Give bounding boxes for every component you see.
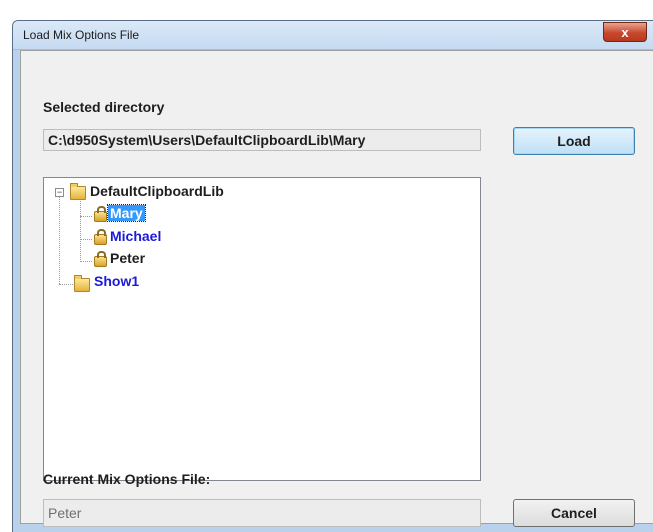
dialog-body: Selected directory C:\d950System\Users\D… bbox=[20, 50, 653, 527]
tree-node-label: Show1 bbox=[94, 273, 140, 289]
tree-node-label: Mary bbox=[107, 204, 146, 222]
collapse-toggle[interactable]: − bbox=[55, 188, 64, 197]
cancel-button[interactable]: Cancel bbox=[513, 499, 635, 527]
tree-node-label: DefaultClipboardLib bbox=[90, 183, 224, 199]
tree-connector bbox=[80, 216, 92, 217]
folder-icon bbox=[70, 183, 86, 200]
current-mix-options-label: Current Mix Options File: bbox=[43, 471, 211, 487]
lock-icon bbox=[94, 251, 107, 267]
folder-icon bbox=[74, 275, 90, 292]
tree-node-mary[interactable]: Mary bbox=[107, 204, 146, 222]
tree-node-label: Michael bbox=[110, 228, 162, 244]
current-mix-options-field[interactable]: Peter bbox=[43, 499, 481, 527]
tree-node-show1[interactable]: Show1 bbox=[92, 273, 141, 289]
lock-icon bbox=[94, 206, 107, 222]
title-bar[interactable]: Load Mix Options File x bbox=[13, 21, 653, 50]
tree-node-michael[interactable]: Michael bbox=[108, 228, 163, 244]
tree-connector bbox=[80, 239, 92, 240]
tree-connector bbox=[59, 284, 73, 285]
lock-icon bbox=[94, 229, 107, 245]
window-title: Load Mix Options File bbox=[23, 28, 140, 42]
close-icon: x bbox=[621, 24, 629, 40]
tree-node-peter[interactable]: Peter bbox=[108, 250, 147, 266]
close-button[interactable]: x bbox=[603, 22, 647, 42]
tree-node-defaultclipboardlib[interactable]: DefaultClipboardLib bbox=[88, 183, 226, 199]
tree-connector bbox=[59, 195, 60, 284]
load-mix-options-dialog: Load Mix Options File x Selected directo… bbox=[12, 20, 653, 532]
selected-directory-label: Selected directory bbox=[43, 99, 165, 115]
tree-connector bbox=[80, 261, 92, 262]
load-button[interactable]: Load bbox=[513, 127, 635, 155]
tree-node-label: Peter bbox=[110, 250, 146, 266]
selected-directory-field[interactable]: C:\d950System\Users\DefaultClipboardLib\… bbox=[43, 129, 481, 151]
directory-tree[interactable]: − DefaultClipboardLib Mary Michael Peter bbox=[43, 177, 481, 481]
tree-connector bbox=[80, 195, 81, 262]
